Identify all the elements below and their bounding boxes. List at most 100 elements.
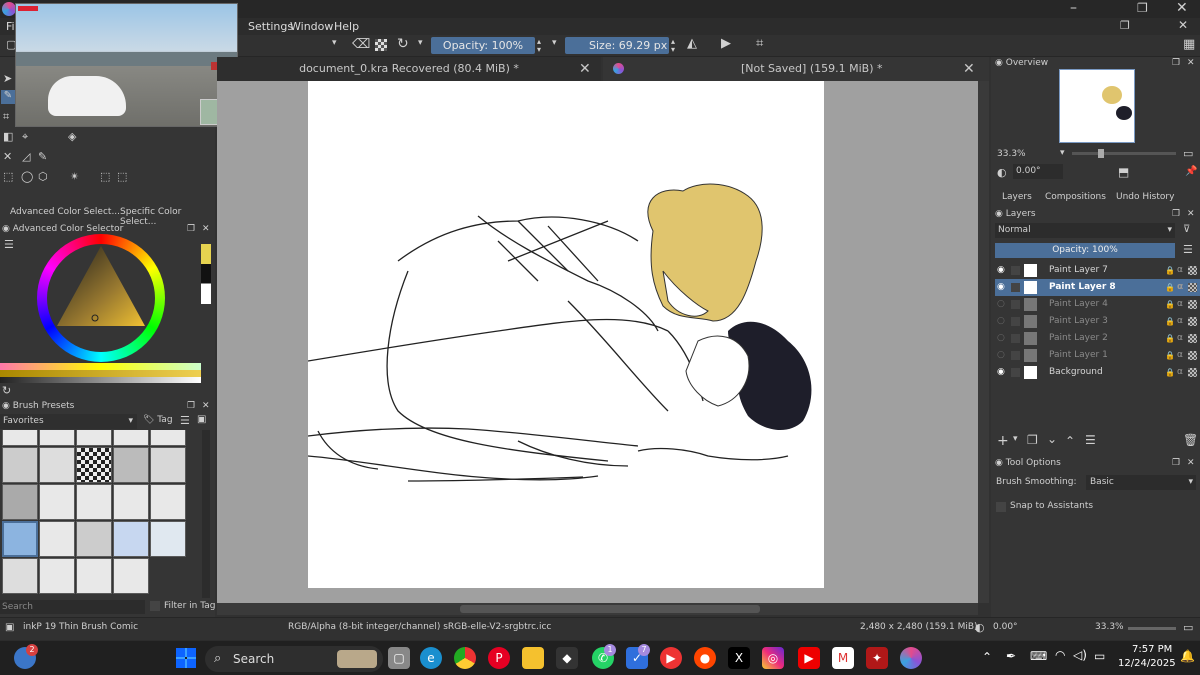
hidden-eye-icon[interactable]: ○ (997, 296, 1005, 313)
brush-preset[interactable] (76, 484, 112, 520)
lock-icon[interactable]: 🔒 (1165, 313, 1175, 330)
layer-row[interactable]: ◉ Paint Layer 8 🔒 α (995, 279, 1200, 296)
chevron-down-icon[interactable]: ▾ (1060, 148, 1065, 158)
keyboard-icon[interactable]: ⌨ (1030, 649, 1047, 663)
panel-lock-icon[interactable]: ◉ (995, 58, 1003, 68)
file-explorer-icon[interactable] (522, 647, 544, 669)
brush-preset[interactable] (113, 430, 149, 446)
battery-icon[interactable]: ▭ (1094, 649, 1105, 663)
close-icon[interactable]: ✕ (202, 399, 210, 413)
menu-icon[interactable]: ☰ (1183, 243, 1193, 256)
close-icon[interactable]: ✕ (1187, 207, 1195, 221)
dropdown-chevron-icon[interactable]: ▾ (552, 38, 557, 48)
brush-preset[interactable] (2, 430, 38, 446)
magic-wand-icon[interactable]: ✴ (70, 170, 79, 183)
close-doc-icon[interactable]: ✕ (1178, 18, 1188, 32)
taskbar-search[interactable]: ⌕ Search (205, 646, 383, 672)
brush-preset[interactable] (76, 558, 112, 594)
app-icon[interactable]: ◆ (556, 647, 578, 669)
volume-icon[interactable]: ◁) (1073, 648, 1087, 662)
tab-undo-history[interactable]: Undo History (1116, 192, 1174, 202)
float-icon[interactable]: ❐ (1172, 56, 1180, 70)
brush-preset[interactable] (150, 484, 186, 520)
favorites-dropdown[interactable]: Favorites ▾ (0, 414, 137, 429)
stepper-icon[interactable]: ▴ ▾ (671, 38, 675, 54)
import-icon[interactable]: ▣ (197, 414, 206, 425)
brush-preset[interactable] (76, 430, 112, 446)
inherit-alpha-icon[interactable] (1188, 300, 1197, 309)
hidden-eye-icon[interactable]: ○ (997, 330, 1005, 347)
fit-icon[interactable]: ▭ (1183, 621, 1193, 634)
alpha-icon[interactable]: α (1177, 364, 1183, 381)
brush-preset[interactable] (2, 484, 38, 520)
canvas-page[interactable] (308, 81, 824, 588)
hidden-eye-icon[interactable]: ○ (997, 313, 1005, 330)
rotate-icon[interactable]: ◐ (975, 621, 985, 634)
inherit-alpha-icon[interactable] (1188, 283, 1197, 292)
chevron-down-icon[interactable]: ▾ (1013, 434, 1018, 444)
measure-icon[interactable]: ◿ (22, 150, 30, 163)
layer-row[interactable]: ◉ Background 🔒 α (995, 364, 1200, 381)
brush-preset[interactable] (76, 521, 112, 557)
chrome-icon[interactable] (454, 647, 476, 669)
brush-preset[interactable] (113, 447, 149, 483)
assistant-icon[interactable]: ✕ (3, 150, 12, 163)
inherit-alpha-icon[interactable] (1188, 266, 1197, 275)
app-red-icon[interactable]: ✦ (866, 647, 888, 669)
color-triangle[interactable] (55, 244, 147, 328)
panel-lock-icon[interactable]: ◉ (995, 458, 1003, 468)
gradient-strip-low[interactable] (0, 377, 201, 383)
layer-checkbox[interactable] (1011, 283, 1020, 292)
edge-icon[interactable]: e (420, 647, 442, 669)
lock-icon[interactable]: 🔒 (1165, 279, 1175, 296)
layer-checkbox[interactable] (1011, 334, 1020, 343)
inherit-alpha-icon[interactable] (1188, 317, 1197, 326)
menu-settings[interactable]: Settings (248, 20, 293, 33)
rect-select-icon[interactable]: ⬚ (3, 170, 13, 183)
brush-preset[interactable] (2, 447, 38, 483)
pinterest-icon[interactable]: P (488, 647, 510, 669)
lock-icon[interactable]: 🔒 (1165, 364, 1175, 381)
task-view-icon[interactable]: ▢ (388, 647, 410, 669)
grid-icon[interactable]: ▦ (1183, 37, 1195, 52)
layer-checkbox[interactable] (1011, 300, 1020, 309)
notifications-bell-icon[interactable]: 🔔 (1180, 649, 1195, 663)
stepper-icon[interactable]: ▴ ▾ (537, 38, 541, 54)
pin-icon[interactable]: ✎ (38, 150, 47, 163)
tab-advanced-color[interactable]: Advanced Color Select... (10, 207, 120, 217)
brush-preset[interactable] (39, 558, 75, 594)
lock-icon[interactable]: 🔒 (1165, 347, 1175, 364)
brush-preset[interactable] (150, 430, 186, 446)
instagram-icon[interactable]: ◎ (762, 647, 784, 669)
brush-preset[interactable] (39, 447, 75, 483)
close-tab-icon[interactable]: ✕ (963, 57, 975, 81)
eraser-icon[interactable]: ⌫ (352, 37, 370, 52)
eyedropper-icon[interactable]: ⌖ (22, 130, 28, 144)
video-overlay-thumbnail[interactable] (15, 3, 238, 127)
pin-icon[interactable]: 📌 (1185, 166, 1197, 177)
float-icon[interactable]: ❐ (187, 399, 195, 413)
panel-lock-icon[interactable]: ◉ (995, 209, 1003, 219)
opacity-slider[interactable]: Opacity: 100% (431, 37, 535, 54)
chevron-up-icon[interactable]: ⌃ (982, 650, 992, 664)
menu-help[interactable]: Help (334, 20, 359, 33)
alpha-lock-icon[interactable] (375, 39, 387, 51)
tab-not-saved[interactable]: [Not Saved] (159.1 MiB) * ✕ (603, 57, 989, 81)
minimize-icon[interactable]: – (1070, 0, 1077, 16)
layer-checkbox[interactable] (1011, 368, 1020, 377)
visibility-eye-icon[interactable]: ◉ (997, 364, 1005, 381)
hidden-eye-icon[interactable]: ○ (997, 347, 1005, 364)
lock-icon[interactable]: 🔒 (1165, 262, 1175, 279)
youtube-icon[interactable]: ▶ (798, 647, 820, 669)
crop-icon[interactable]: ⌗ (756, 36, 763, 51)
panel-lock-icon[interactable]: ◉ (2, 401, 10, 411)
alpha-icon[interactable]: α (1177, 347, 1183, 364)
brush-scrollbar[interactable] (202, 430, 210, 598)
alpha-icon[interactable]: α (1177, 313, 1183, 330)
menu-file[interactable]: Fi (6, 20, 15, 33)
dropdown-chevron-icon[interactable]: ▾ (332, 38, 337, 48)
reddit-icon[interactable]: ● (694, 647, 716, 669)
panel-lock-icon[interactable]: ◉ (2, 224, 10, 234)
vertical-scrollbar[interactable] (978, 81, 989, 603)
gradient-strip-top[interactable] (0, 363, 201, 370)
